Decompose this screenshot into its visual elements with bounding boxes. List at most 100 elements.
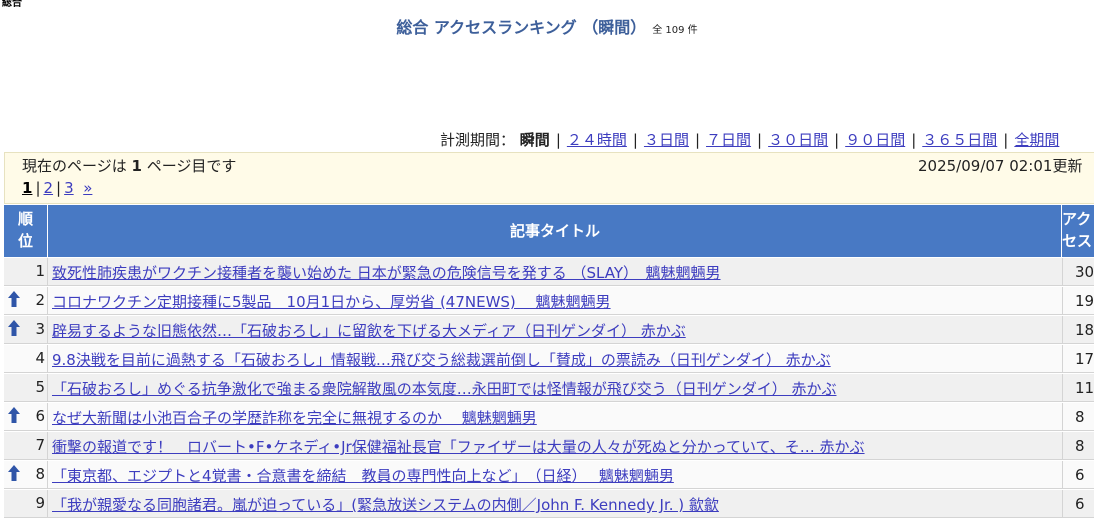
rank-cell: 4 xyxy=(4,345,48,373)
rank-cell: 3 xyxy=(4,316,48,344)
period-link-3d[interactable]: ３日間 xyxy=(644,131,689,149)
access-count: 19 xyxy=(1062,287,1094,315)
rank-number: 3 xyxy=(35,320,45,338)
page-info-number: 1 xyxy=(131,157,142,175)
article-link[interactable]: 致死性肺疾患がワクチン接種者を襲い始めた 日本が緊急の危険信号を発する （SLA… xyxy=(52,264,721,282)
rank-cell: 5 xyxy=(4,374,48,402)
rank-number: 1 xyxy=(35,262,45,280)
period-link-24h[interactable]: ２４時間 xyxy=(567,131,627,149)
rank-cell: 7 xyxy=(4,432,48,460)
rank-cell: 8 xyxy=(4,461,48,489)
rank-cell: 9 xyxy=(4,490,48,518)
article-link[interactable]: 「我が親愛なる同胞諸君。嵐が迫っている」(緊急放送システムの内側／John F.… xyxy=(52,496,719,514)
page-info-suffix: ページ目です xyxy=(141,157,237,175)
page-link-3[interactable]: 3 xyxy=(64,179,74,197)
page-link-2[interactable]: 2 xyxy=(44,179,54,197)
title-cell: 致死性肺疾患がワクチン接種者を襲い始めた 日本が緊急の危険信号を発する （SLA… xyxy=(52,262,1060,283)
page-info-box: 現在のページは 1 ページ目です 2025/09/07 02:01更新 1 | 2 |… xyxy=(4,152,1094,204)
separator: | xyxy=(834,131,840,149)
header-rank-line1: 順 xyxy=(17,210,33,228)
article-link[interactable]: なぜ大新聞は小池百合子の学歴詐称を完全に無視するのか 魑魅魍魎男 xyxy=(52,409,537,427)
table-row: 6 なぜ大新聞は小池百合子の学歴詐称を完全に無視するのか 魑魅魍魎男 8 xyxy=(4,403,1094,431)
item-count: 全 109 件 xyxy=(652,25,698,36)
article-link[interactable]: コロナワクチン定期接種に5製品 10月1日から、厚労省 (47NEWS) 魑魅魍… xyxy=(52,293,611,311)
title-cell: 9.8決戦を目前に過熱する「石破おろし」情報戦…飛び交う総裁選前倒し「賛成」の票… xyxy=(52,349,1060,370)
separator: | xyxy=(1003,131,1009,149)
access-count: 30 xyxy=(1062,258,1094,286)
access-count: 6 xyxy=(1062,461,1094,489)
header-access-line2: セス xyxy=(1062,232,1093,250)
title-cell: コロナワクチン定期接種に5製品 10月1日から、厚労省 (47NEWS) 魑魅魍… xyxy=(52,291,1060,312)
period-label: 計測期間： xyxy=(440,131,516,149)
access-count: 11 xyxy=(1062,374,1094,402)
article-link[interactable]: 9.8決戦を目前に過熱する「石破おろし」情報戦…飛び交う総裁選前倒し「賛成」の票… xyxy=(52,351,831,369)
access-count: 8 xyxy=(1062,403,1094,431)
page-title-text: 総合 アクセスランキング （瞬間） xyxy=(396,18,647,37)
separator: | xyxy=(694,131,701,149)
period-link-all[interactable]: 全期間 xyxy=(1014,131,1059,149)
corner-label: 総合 xyxy=(2,0,22,9)
table-row: 4 9.8決戦を目前に過熱する「石破おろし」情報戦…飛び交う総裁選前倒し「賛成」の… xyxy=(4,345,1094,373)
title-cell: 衝撃の報道です！ ロバート•F•ケネディ•Jr保健福祉長官「ファイザーは大量の人… xyxy=(52,436,1060,457)
pagination: 1 | 2 | 3 » xyxy=(22,179,92,197)
updated-timestamp: 2025/09/07 02:01更新 xyxy=(918,157,1083,175)
page-title: 総合 アクセスランキング （瞬間） 全 109 件 xyxy=(0,14,1094,38)
rank-up-arrow-icon xyxy=(8,291,20,307)
article-link[interactable]: 辟易するような旧態依然…「石破おろし」に留飲を下げる大メディア（日刊ゲンダイ） … xyxy=(52,322,686,340)
current-page-info: 現在のページは 1 ページ目です xyxy=(22,155,236,176)
rank-up-arrow-icon xyxy=(8,465,20,481)
access-count: 8 xyxy=(1062,432,1094,460)
separator: | xyxy=(35,179,41,197)
header-title: 記事タイトル xyxy=(49,205,1062,257)
rank-number: 2 xyxy=(35,291,45,309)
rank-number: 8 xyxy=(35,465,45,483)
rank-number: 5 xyxy=(35,378,45,396)
article-link[interactable]: 「石破おろし」めぐる抗争激化で強まる衆院解散風の本気度…永田町では怪情報が飛び交… xyxy=(52,380,836,398)
table-row: 2 コロナワクチン定期接種に5製品 10月1日から、厚労省 (47NEWS) 魑魅… xyxy=(4,287,1094,315)
article-link[interactable]: 衝撃の報道です！ ロバート•F•ケネディ•Jr保健福祉長官「ファイザーは大量の人… xyxy=(52,438,865,456)
rank-number: 9 xyxy=(35,494,45,512)
separator: | xyxy=(555,131,561,149)
table-header: 順位 記事タイトル アクセス xyxy=(4,205,1094,257)
page-info-prefix: 現在のページは xyxy=(22,157,132,175)
table-row: 3 辟易するような旧態依然…「石破おろし」に留飲を下げる大メディア（日刊ゲンダイ）… xyxy=(4,316,1094,344)
access-count: 18 xyxy=(1062,316,1094,344)
access-count: 6 xyxy=(1062,490,1094,518)
header-access-line1: アク xyxy=(1062,210,1092,228)
table-row: 7 衝撃の報道です！ ロバート•F•ケネディ•Jr保健福祉長官「ファイザーは大量の… xyxy=(4,432,1094,460)
access-count: 17 xyxy=(1062,345,1094,373)
page-link-current[interactable]: 1 xyxy=(22,179,32,197)
table-row: 5 「石破おろし」めぐる抗争激化で強まる衆院解散風の本気度…永田町では怪情報が飛び… xyxy=(4,374,1094,402)
rank-up-arrow-icon xyxy=(8,320,20,336)
rank-number: 7 xyxy=(35,436,45,454)
period-link-90d[interactable]: ９０日間 xyxy=(845,131,905,149)
table-row: 9 「我が親愛なる同胞諸君。嵐が迫っている」(緊急放送システムの内側／John F… xyxy=(4,490,1094,518)
title-cell: 「東京都、エジプトと4覚書・合意書を締結 教員の専門性向上など」 （日経） 魑魅… xyxy=(52,465,1060,486)
title-cell: なぜ大新聞は小池百合子の学歴詐称を完全に無視するのか 魑魅魍魎男 xyxy=(52,407,1060,428)
rank-up-arrow-icon xyxy=(8,407,20,423)
header-access: アク セス xyxy=(1062,205,1094,257)
rank-number: 4 xyxy=(35,349,45,367)
title-cell: 「石破おろし」めぐる抗争激化で強まる衆院解散風の本気度…永田町では怪情報が飛び交… xyxy=(52,378,1060,399)
header-rank: 順位 xyxy=(4,205,48,257)
period-current: 瞬間 xyxy=(519,131,550,149)
table-row: 1 致死性肺疾患がワクチン接種者を襲い始めた 日本が緊急の危険信号を発する （SL… xyxy=(4,258,1094,286)
header-rank-line2: 位 xyxy=(17,232,33,250)
page-next-link[interactable]: » xyxy=(83,179,92,197)
separator: | xyxy=(757,131,763,149)
table-row: 8 「東京都、エジプトと4覚書・合意書を締結 教員の専門性向上など」 （日経） 魑… xyxy=(4,461,1094,489)
period-link-30d[interactable]: ３０日間 xyxy=(768,131,828,149)
rank-cell: 2 xyxy=(4,287,48,315)
rank-number: 6 xyxy=(35,407,45,425)
period-link-365d[interactable]: ３６５日間 xyxy=(922,131,997,149)
separator: | xyxy=(56,179,62,197)
title-cell: 辟易するような旧態依然…「石破おろし」に留飲を下げる大メディア（日刊ゲンダイ） … xyxy=(52,320,1060,341)
rank-cell: 6 xyxy=(4,403,48,431)
separator: | xyxy=(911,131,917,149)
title-cell: 「我が親愛なる同胞諸君。嵐が迫っている」(緊急放送システムの内側／John F.… xyxy=(52,494,1060,515)
period-selector: 計測期間： 瞬間 | ２４時間 | ３日間 | ７日間 | ３０日間 | ９０日間 | ３６５日間 | 全期… xyxy=(440,129,1059,150)
separator: | xyxy=(632,131,638,149)
period-link-7d[interactable]: ７日間 xyxy=(706,131,751,149)
article-link[interactable]: 「東京都、エジプトと4覚書・合意書を締結 教員の専門性向上など」 （日経） 魑魅… xyxy=(52,467,674,485)
rank-cell: 1 xyxy=(4,258,48,286)
